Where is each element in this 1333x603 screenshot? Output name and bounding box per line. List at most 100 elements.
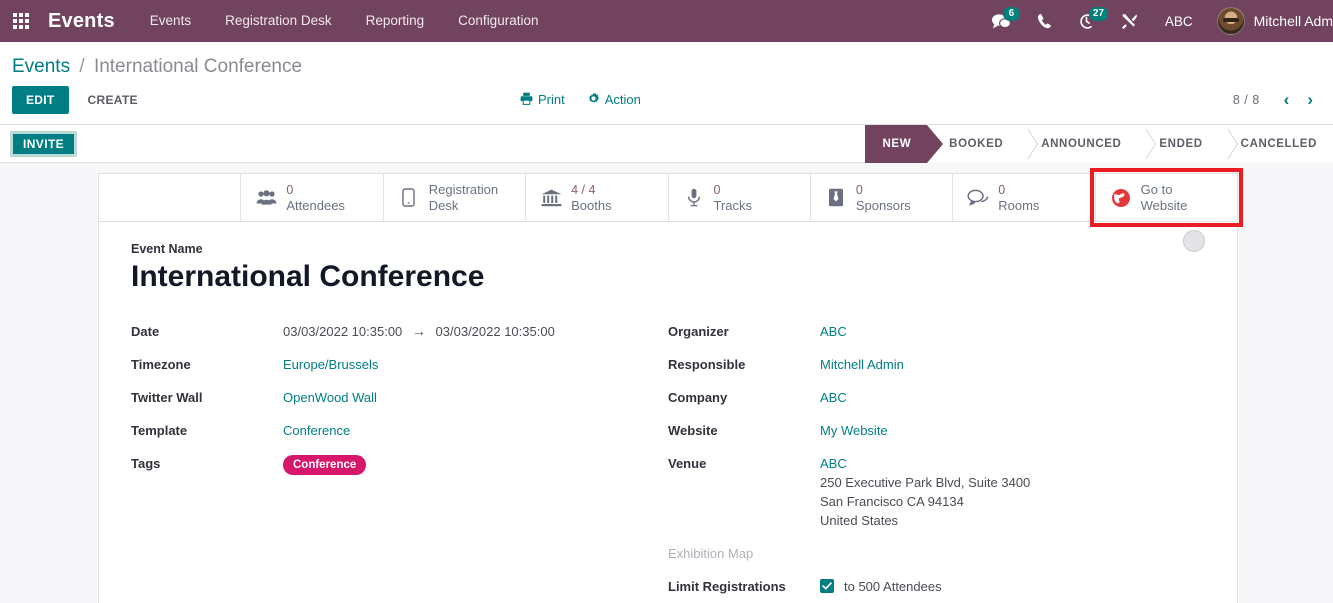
field-label-tags: Tags (131, 456, 161, 471)
messages-badge: 6 (1002, 7, 1020, 21)
field-value-timezone[interactable]: Europe/Brussels (283, 355, 378, 374)
stat-label-registration-desk: Registration Desk (428, 181, 499, 213)
user-menu[interactable]: Mitchell Adm (1207, 7, 1333, 35)
limit-registrations-suffix: to 500 Attendees (844, 579, 942, 594)
stat-value-sponsors: 0 (855, 182, 863, 197)
app-brand-title[interactable]: Events (48, 10, 115, 33)
field-label-exhibition-map: Exhibition Map (668, 546, 754, 561)
top-navbar: Events Events Registration Desk Reportin… (0, 0, 1333, 42)
tools-icon[interactable] (1108, 0, 1151, 42)
field-value-template[interactable]: Conference (283, 421, 350, 440)
print-menu[interactable]: Print (520, 92, 565, 108)
stat-buttons-row: 0 Attendees Registration Desk 4 / 4 Boot… (99, 168, 1243, 227)
edit-button[interactable]: EDIT (12, 85, 69, 114)
form-view-area: 0 Attendees Registration Desk 4 / 4 Boot… (0, 163, 1333, 603)
field-timezone: Timezone Europe/Brussels (131, 355, 648, 375)
field-value-organizer[interactable]: ABC (820, 322, 847, 341)
field-value-website[interactable]: My Website (820, 421, 888, 440)
field-website: Website My Website (668, 421, 1205, 441)
status-pipeline: NEW BOOKED ANNOUNCED ENDED CANCELLED (864, 124, 1333, 163)
status-step-cancelled[interactable]: CANCELLED (1218, 124, 1333, 163)
create-button[interactable]: CREATE (75, 86, 151, 114)
menu-item-registration-desk[interactable]: Registration Desk (208, 0, 349, 42)
field-value-tags: Conference (283, 454, 367, 475)
pager-next-button[interactable]: › (1299, 89, 1321, 110)
status-step-ended[interactable]: ENDED (1137, 124, 1219, 163)
stat-label-sponsors: Sponsors (855, 197, 911, 213)
booths-icon (540, 189, 562, 207)
systray: 6 27 ABC Mitchell Adm (979, 0, 1333, 42)
status-step-announced[interactable]: ANNOUNCED (1019, 124, 1138, 163)
action-menu[interactable]: Action (587, 92, 641, 108)
menu-item-configuration[interactable]: Configuration (441, 0, 555, 42)
pager: 8 / 8 ‹ › (1233, 89, 1321, 110)
activities-clock-icon[interactable]: 27 (1065, 0, 1108, 42)
field-organizer: Organizer ABC (668, 322, 1205, 342)
stat-button-go-to-website[interactable]: Go to Website (1089, 168, 1243, 227)
field-label-website: Website (668, 423, 718, 438)
status-badge[interactable]: Conference (283, 455, 367, 475)
field-label-organizer: Organizer (668, 324, 729, 339)
stat-label-go-to-website: Go to Website (1140, 181, 1188, 213)
messages-icon[interactable]: 6 (979, 0, 1024, 42)
invite-button[interactable]: INVITE (10, 130, 78, 157)
date-start: 03/03/2022 10:35:00 (283, 324, 403, 339)
menu-item-reporting[interactable]: Reporting (349, 0, 442, 42)
phone-icon[interactable] (1024, 0, 1065, 42)
stat-value-attendees: 0 (286, 182, 294, 197)
form-column-left: Date 03/03/2022 10:35:00 → 03/03/2022 10… (131, 322, 668, 603)
venue-city: San Francisco CA 94134 (820, 494, 964, 509)
field-exhibition-map: Exhibition Map (668, 544, 1205, 564)
field-company: Company ABC (668, 388, 1205, 408)
venue-country: United States (820, 513, 899, 528)
form-column-right: Organizer ABC Responsible Mitchell Admin… (668, 322, 1205, 603)
field-template: Template Conference (131, 421, 648, 441)
stat-button-sponsors[interactable]: 0 Sponsors (810, 174, 954, 221)
stat-button-attendees[interactable]: 0 Attendees (241, 174, 384, 221)
stat-button-registration-desk[interactable]: Registration Desk (383, 174, 527, 221)
breadcrumb-separator: / (79, 56, 85, 77)
event-image-field[interactable] (1183, 230, 1205, 252)
apps-grid-icon[interactable] (8, 0, 34, 42)
control-panel-actions: EDIT CREATE Print Action 8 / 8 ‹ › (0, 85, 1333, 124)
field-value-date[interactable]: 03/03/2022 10:35:00 → 03/03/2022 10:35:0… (283, 322, 555, 341)
control-panel-center-actions: Print Action (520, 92, 641, 108)
form-sheet: 0 Attendees Registration Desk 4 / 4 Boot… (98, 168, 1243, 603)
field-limit-registrations: Limit Registrations to 500 Attendees (668, 577, 1205, 597)
venue-name[interactable]: ABC (820, 454, 1030, 473)
breadcrumb-root[interactable]: Events (12, 56, 70, 77)
activities-badge: 27 (1088, 7, 1108, 21)
sponsors-tie-icon (825, 188, 847, 207)
field-label-template: Template (131, 423, 188, 438)
gear-icon (587, 92, 600, 108)
status-step-new[interactable]: NEW (864, 124, 943, 163)
field-label-date: Date (131, 324, 160, 339)
action-label: Action (604, 92, 641, 107)
field-responsible: Responsible Mitchell Admin (668, 355, 1205, 375)
tracks-microphone-icon (683, 188, 705, 207)
field-value-company[interactable]: ABC (820, 388, 847, 407)
pager-previous-button[interactable]: ‹ (1276, 89, 1298, 110)
avatar (1216, 7, 1245, 35)
pager-value: 8 / 8 (1232, 92, 1260, 107)
stat-button-tracks[interactable]: 0 Tracks (668, 174, 811, 221)
field-value-responsible[interactable]: Mitchell Admin (820, 355, 904, 374)
field-label-responsible: Responsible (668, 357, 746, 372)
registration-desk-icon (398, 188, 420, 207)
date-range-arrow-icon: → (411, 323, 426, 339)
event-name-label: Event Name (131, 242, 203, 256)
menu-item-events[interactable]: Events (133, 0, 208, 42)
stat-button-rooms[interactable]: 0 Rooms (953, 174, 1096, 221)
field-label-limit-registrations: Limit Registrations (668, 579, 786, 594)
field-value-twitter-wall[interactable]: OpenWood Wall (283, 388, 377, 407)
company-switcher[interactable]: ABC (1151, 14, 1207, 29)
stat-label-booths: Booths (571, 197, 612, 213)
field-label-company: Company (668, 390, 728, 405)
event-form: Event Name International Conference Date… (99, 222, 1237, 603)
limit-registrations-checkbox[interactable] (820, 579, 834, 593)
field-label-venue: Venue (668, 456, 707, 471)
rooms-chat-icon (967, 189, 989, 206)
stat-button-booths[interactable]: 4 / 4 Booths (526, 174, 669, 221)
field-tags: Tags Conference (131, 454, 648, 475)
go-to-website-globe-icon (1110, 188, 1132, 208)
